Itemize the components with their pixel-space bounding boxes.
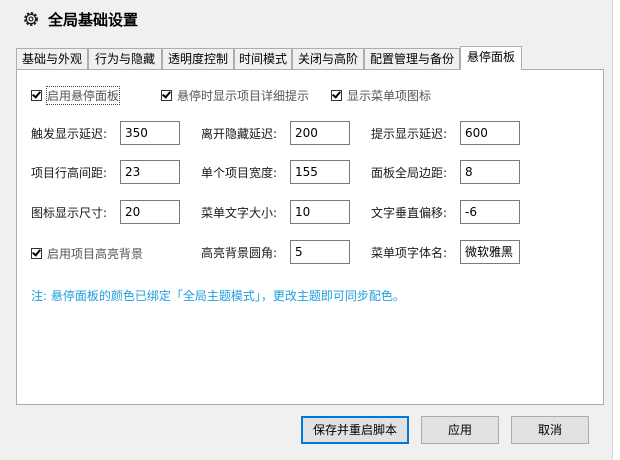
enable-highlight-label: 启用项目高亮背景: [47, 246, 144, 261]
menu-font-family-label: 菜单项字体名:: [371, 246, 448, 260]
enable-panel-checkbox[interactable]: 启用悬停面板: [31, 85, 121, 105]
apply-button[interactable]: 应用: [421, 416, 499, 444]
checkbox-box[interactable]: [331, 89, 342, 101]
enable-panel-label: 启用悬停面板: [45, 85, 121, 105]
enable-highlight-checkbox[interactable]: 启用项目高亮背景: [31, 245, 143, 261]
tab-basic-appearance[interactable]: 基础与外观: [16, 48, 88, 69]
tip-delay-input[interactable]: 600: [460, 121, 520, 145]
checkbox-box[interactable]: [31, 247, 42, 259]
tab-close-advanced[interactable]: 关闭与高阶: [292, 48, 364, 69]
tab-hover-panel[interactable]: 悬停面板: [460, 46, 522, 70]
icon-size-label: 图标显示尺寸:: [31, 206, 108, 220]
checkbox-box[interactable]: [31, 89, 42, 101]
row-spacing-input[interactable]: 23: [120, 160, 180, 184]
menu-font-family-input[interactable]: 微软雅黑: [460, 240, 520, 264]
settings-window: 全局基础设置 基础与外观 行为与隐藏 透明度控制 时间模式 关闭与高阶 配置管理…: [0, 0, 613, 460]
item-width-label: 单个项目宽度:: [201, 166, 278, 180]
tab-time-mode[interactable]: 时间模式: [234, 48, 292, 69]
gear-icon: [24, 12, 38, 26]
highlight-radius-label: 高亮背景圆角:: [201, 246, 278, 260]
tab-behavior-hide[interactable]: 行为与隐藏: [88, 48, 162, 69]
menu-font-size-label: 菜单文字大小:: [201, 206, 278, 220]
tip-delay-label: 提示显示延迟:: [371, 127, 448, 141]
tab-transparency[interactable]: 透明度控制: [162, 48, 234, 69]
trigger-delay-label: 触发显示延迟:: [31, 127, 108, 141]
theme-binding-note: 注: 悬停面板的颜色已绑定「全局主题模式」，更改主题即可同步配色。: [31, 289, 405, 303]
show-detail-tip-label: 悬停时显示项目详细提示: [177, 88, 310, 103]
title-bar: 全局基础设置: [0, 0, 612, 40]
item-width-input[interactable]: 155: [290, 160, 350, 184]
window-title: 全局基础设置: [48, 11, 139, 29]
tab-config-backup[interactable]: 配置管理与备份: [364, 48, 460, 69]
cancel-button[interactable]: 取消: [511, 416, 589, 444]
icon-size-input[interactable]: 20: [120, 200, 180, 224]
show-detail-tip-checkbox[interactable]: 悬停时显示项目详细提示: [161, 87, 309, 103]
trigger-delay-input[interactable]: 350: [120, 121, 180, 145]
menu-font-size-input[interactable]: 10: [290, 200, 350, 224]
row-spacing-label: 项目行高间距:: [31, 166, 108, 180]
checkbox-box[interactable]: [161, 89, 172, 101]
show-menu-icon-checkbox[interactable]: 显示菜单项图标: [331, 87, 431, 103]
highlight-radius-input[interactable]: 5: [290, 240, 350, 264]
save-restart-button[interactable]: 保存并重启脚本: [301, 416, 409, 444]
text-vertical-offset-input[interactable]: -6: [460, 200, 520, 224]
show-menu-icon-label: 显示菜单项图标: [347, 88, 432, 103]
panel-margin-label: 面板全局边距:: [371, 166, 448, 180]
leave-delay-label: 离开隐藏延迟:: [201, 127, 278, 141]
hover-panel-settings: 启用悬停面板 悬停时显示项目详细提示 显示菜单项图标 触发显示延迟: 350 离…: [16, 69, 604, 405]
text-vertical-offset-label: 文字垂直偏移:: [371, 206, 448, 220]
panel-margin-input[interactable]: 8: [460, 160, 520, 184]
background-window-edge: [613, 0, 620, 460]
leave-delay-input[interactable]: 200: [290, 121, 350, 145]
